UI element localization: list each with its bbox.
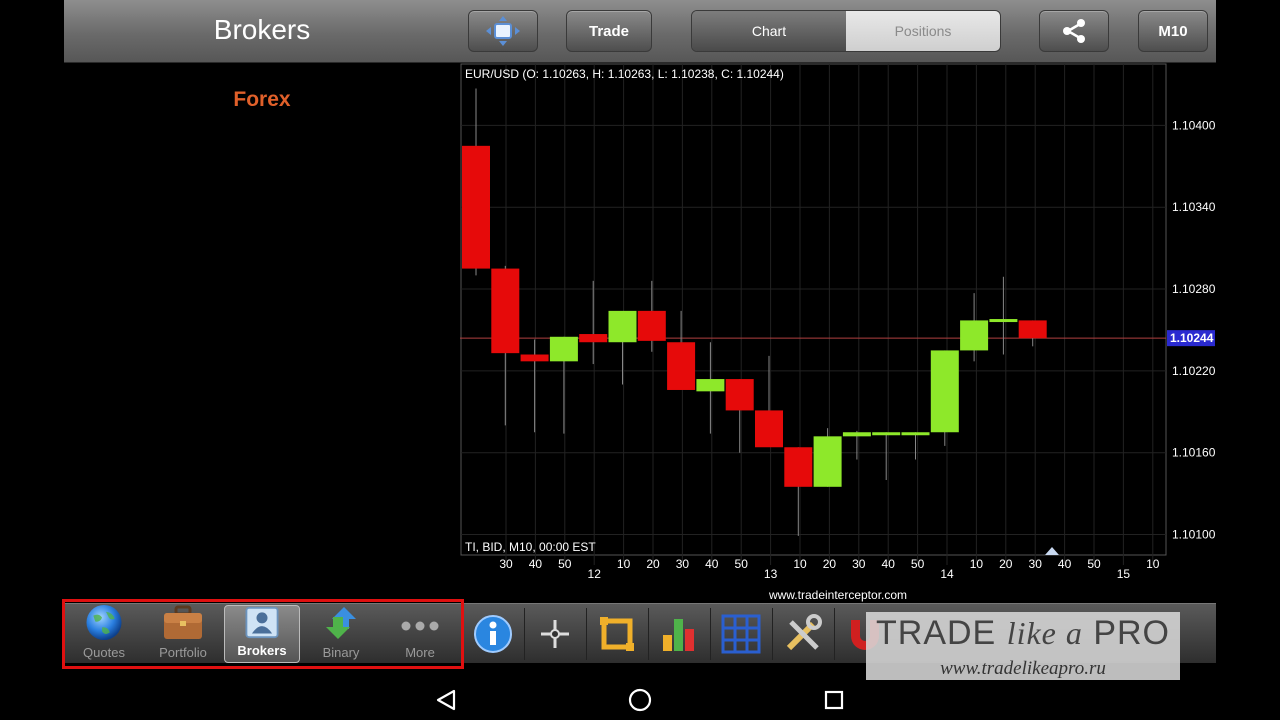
tabs-highlight-frame [62, 599, 464, 669]
top-bar: Brokers Trade Chart Positions M10 [64, 0, 1216, 63]
home-circle-icon [628, 688, 652, 712]
view-toggle: Chart Positions [691, 10, 1001, 52]
share-icon [1063, 19, 1085, 43]
scroll-marker [1045, 547, 1059, 555]
home-button[interactable] [610, 680, 670, 720]
recents-button[interactable] [804, 680, 864, 720]
x-tick-label: 30 [1029, 557, 1043, 571]
watermark: TRADE like a PRO www.tradelikeapro.ru [866, 612, 1180, 684]
candle-body-down [491, 268, 520, 354]
x-tick-label: 40 [1058, 557, 1072, 571]
section-title-forex: Forex [233, 88, 291, 111]
x-tick-label: 13 [764, 567, 778, 581]
candle-body-down [784, 447, 813, 487]
timeframe-button[interactable]: M10 [1138, 10, 1208, 52]
x-tick-label: 50 [911, 557, 925, 571]
candle-body-up [813, 436, 842, 487]
price-chart[interactable]: 1.10400 1.10340 1.10280 1.10220 1.10160 1.101… [460, 63, 1216, 603]
x-tick-label: 14 [940, 567, 954, 581]
move-arrows-icon [486, 16, 520, 46]
candle-body-down [667, 342, 696, 390]
x-tick-label: 40 [882, 557, 896, 571]
candle-body-down [725, 379, 754, 411]
x-tick-label: 10 [1146, 557, 1160, 571]
zoom-frame-button[interactable] [586, 608, 646, 660]
candle-body-up [608, 310, 637, 343]
back-button[interactable] [416, 680, 476, 720]
tab-positions[interactable]: Positions [846, 11, 1000, 51]
candlestick-chart[interactable]: 1.10400 1.10340 1.10280 1.10220 1.10160 1.101… [460, 63, 1216, 603]
x-tick-label: 10 [617, 557, 631, 571]
x-tick-label: 30 [852, 557, 866, 571]
candle-body-down [1018, 320, 1047, 339]
candle-body-down [755, 410, 783, 448]
y-tick-label: 1.10160 [1172, 446, 1216, 460]
x-tick-label: 10 [970, 557, 984, 571]
move-window-button[interactable] [468, 10, 538, 52]
candle-body-up [989, 319, 1018, 323]
tab-chart[interactable]: Chart [692, 11, 846, 51]
share-button[interactable] [1039, 10, 1109, 52]
candle-body-up [872, 432, 901, 436]
x-tick-label: 40 [529, 557, 543, 571]
x-tick-label: 20 [999, 557, 1013, 571]
x-tick-label: 50 [735, 557, 749, 571]
candle-body-up [842, 432, 871, 437]
candle-body-up [549, 336, 578, 362]
candle-body-down [637, 310, 666, 341]
back-triangle-icon [436, 689, 456, 711]
x-tick-label: 10 [793, 557, 807, 571]
candle-body-down [520, 354, 549, 362]
x-tick-label: 40 [705, 557, 719, 571]
candle-body-down [579, 334, 608, 343]
chart-ohlc-header: EUR/USD (O: 1.10263, H: 1.10263, L: 1.10… [465, 67, 784, 81]
x-tick-label: 20 [823, 557, 837, 571]
app-window: Brokers Trade Chart Positions M10 Forex … [62, 0, 1216, 680]
x-tick-label: 50 [1087, 557, 1101, 571]
zoom-frame-icon [599, 617, 634, 651]
y-tick-label: 1.10280 [1172, 282, 1216, 296]
chart-source-url: www.tradeinterceptor.com [768, 588, 908, 602]
candle-body-up [960, 320, 989, 351]
candle-body-up [901, 432, 930, 436]
grid-icon [721, 614, 760, 654]
info-icon [473, 615, 512, 653]
grid-button[interactable] [710, 608, 770, 660]
candle-body-down [462, 145, 490, 269]
x-tick-label: 50 [558, 557, 572, 571]
indicators-button[interactable] [648, 608, 708, 660]
y-tick-label: 1.10100 [1172, 528, 1216, 542]
android-nav-bar [0, 680, 1280, 720]
info-button[interactable] [462, 608, 522, 660]
indicators-icon [662, 619, 694, 651]
x-tick-label: 20 [646, 557, 660, 571]
y-tick-label: 1.10340 [1172, 200, 1216, 214]
crosshair-button[interactable] [524, 608, 584, 660]
plot-frame [460, 63, 1167, 556]
x-tick-label: 30 [499, 557, 513, 571]
candle-body-up [696, 379, 725, 392]
watermark-url: www.tradelikeapro.ru [940, 658, 1106, 679]
page-title: Brokers [213, 14, 311, 45]
trade-button[interactable]: Trade [566, 10, 652, 52]
chart-feed-info: TI, BID, M10, 00:00 EST [465, 540, 596, 554]
x-tick-label: 15 [1117, 567, 1131, 581]
candle-body-up [930, 350, 959, 433]
tools-button[interactable] [772, 608, 832, 660]
crosshair-icon [540, 620, 569, 648]
x-tick-label: 12 [588, 567, 602, 581]
recents-square-icon [824, 690, 844, 710]
y-tick-label: 1.10400 [1172, 118, 1216, 132]
current-price-label: 1.10244 [1170, 331, 1214, 345]
y-tick-label: 1.10220 [1172, 364, 1216, 378]
tools-icon [786, 614, 822, 651]
x-tick-label: 30 [676, 557, 690, 571]
watermark-title: TRADE like a PRO [876, 614, 1170, 652]
